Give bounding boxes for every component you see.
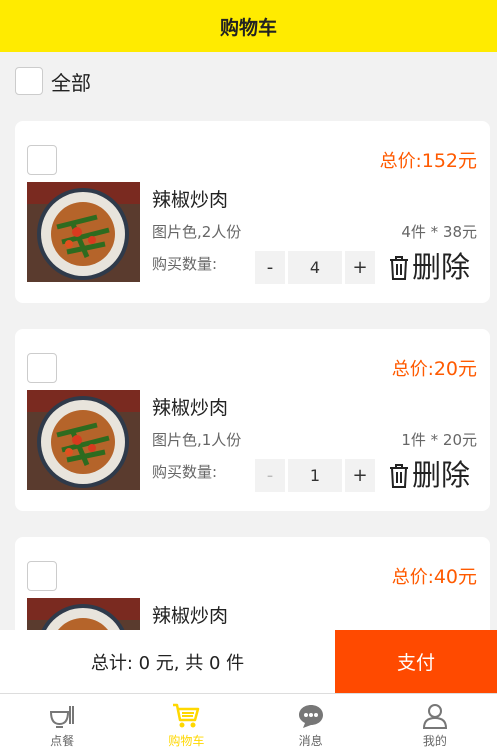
- item-total-label: 总价:: [391, 359, 434, 380]
- quantity-stepper: - 1 +: [255, 459, 375, 492]
- food-thumbnail[interactable]: [27, 390, 140, 490]
- select-all-checkbox[interactable]: [15, 67, 43, 95]
- item-checkbox[interactable]: [27, 353, 57, 383]
- trash-icon: [390, 255, 408, 280]
- item-name: 辣椒炒肉: [152, 605, 229, 627]
- quantity-value[interactable]: 4: [288, 251, 342, 284]
- increase-button[interactable]: +: [345, 459, 375, 492]
- item-name: 辣椒炒肉: [152, 189, 229, 211]
- item-total: 总价:20元: [392, 354, 477, 381]
- item-total-value: 40元: [433, 566, 477, 588]
- tab-label: 我的: [422, 734, 447, 748]
- decrease-button[interactable]: -: [255, 251, 285, 284]
- item-spec: 图片色,2人份: [152, 223, 242, 241]
- food-image-icon: [27, 390, 140, 490]
- item-total-label: 总价:: [379, 151, 422, 172]
- bottom-tab-bar: 点餐 购物车 消息 我的: [0, 693, 497, 753]
- tab-messages[interactable]: 消息: [249, 694, 373, 753]
- delete-button[interactable]: 删除: [388, 459, 470, 492]
- cart-item-card: 总价:152元 辣椒炒肉 图片色,2人份 4件 * 38元 购买数量: - 4 …: [15, 121, 490, 303]
- trash-icon: [390, 463, 408, 488]
- delete-label: 删除: [412, 250, 471, 284]
- delete-label: 删除: [412, 458, 471, 492]
- select-all-row[interactable]: 全部: [0, 52, 497, 110]
- tab-order[interactable]: 点餐: [0, 694, 124, 753]
- checkout-bar: 总计: 0 元, 共 0 件 支付: [0, 630, 497, 693]
- food-image-icon: [27, 182, 140, 282]
- item-total-label: 总价:: [391, 567, 434, 588]
- item-unit-price: 4件 * 38元: [401, 223, 477, 241]
- bowl-icon: [50, 706, 75, 728]
- item-total: 总价:152元: [380, 146, 477, 173]
- tab-cart[interactable]: 购物车: [124, 694, 248, 753]
- tab-label: 购物车: [168, 734, 205, 748]
- cart-summary: 总计: 0 元, 共 0 件: [90, 652, 245, 674]
- cart-icon: [173, 703, 200, 728]
- pay-button[interactable]: 支付: [335, 630, 497, 693]
- decrease-button[interactable]: -: [255, 459, 285, 492]
- item-name: 辣椒炒肉: [152, 397, 229, 419]
- cart-item-card: 总价:20元 辣椒炒肉 图片色,1人份 1件 * 20元 购买数量: - 1 +…: [15, 329, 490, 511]
- item-total-value: 20元: [433, 358, 477, 380]
- quantity-label: 购买数量:: [152, 255, 218, 273]
- header-bar: 购物车: [0, 0, 497, 52]
- select-all-label: 全部: [51, 70, 91, 95]
- page-title: 购物车: [219, 16, 277, 39]
- food-thumbnail[interactable]: [27, 182, 140, 282]
- chat-icon: [298, 705, 323, 728]
- item-total-value: 152元: [421, 150, 477, 172]
- user-icon: [422, 704, 447, 729]
- item-checkbox[interactable]: [27, 145, 57, 175]
- item-checkbox[interactable]: [27, 561, 57, 591]
- tab-label: 点餐: [50, 734, 75, 748]
- item-spec: 图片色,1人份: [152, 431, 242, 449]
- tab-label: 消息: [298, 734, 323, 748]
- quantity-label: 购买数量:: [152, 463, 218, 481]
- quantity-value[interactable]: 1: [288, 459, 342, 492]
- tab-profile[interactable]: 我的: [373, 694, 497, 753]
- quantity-stepper: - 4 +: [255, 251, 375, 284]
- item-unit-price: 1件 * 20元: [401, 431, 477, 449]
- delete-button[interactable]: 删除: [388, 251, 470, 284]
- increase-button[interactable]: +: [345, 251, 375, 284]
- item-total: 总价:40元: [392, 562, 477, 589]
